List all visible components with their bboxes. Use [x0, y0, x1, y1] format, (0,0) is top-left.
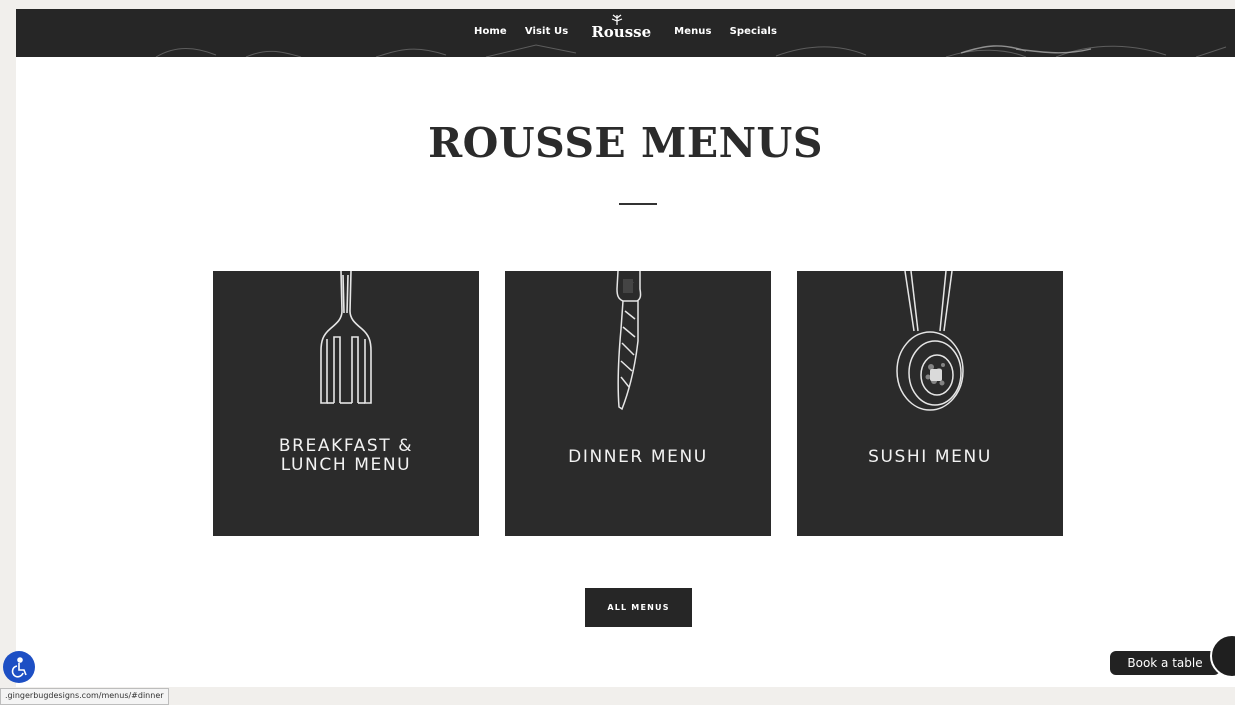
- all-menus-button[interactable]: ALL MENUS: [585, 588, 692, 627]
- nav-link-specials[interactable]: Specials: [730, 26, 777, 37]
- card-label-breakfast-lunch: BREAKFAST & LUNCH MENU: [278, 436, 414, 475]
- logo-text: Rousse: [591, 22, 652, 41]
- title-divider: [619, 203, 657, 205]
- card-label-dinner: DINNER MENU: [568, 447, 708, 467]
- menu-card-sushi[interactable]: SUSHI MENU: [797, 271, 1063, 536]
- page: Home Visit Us Rousse Menus Specials ROUS…: [16, 9, 1235, 687]
- top-navigation-bar: Home Visit Us Rousse Menus Specials: [16, 9, 1235, 57]
- nav-link-visit-us[interactable]: Visit Us: [525, 26, 569, 37]
- accessibility-icon: [11, 657, 27, 678]
- fork-icon: [320, 271, 372, 404]
- menu-card-breakfast-lunch[interactable]: BREAKFAST & LUNCH MENU: [213, 271, 479, 536]
- nav-link-home[interactable]: Home: [474, 26, 507, 37]
- logo[interactable]: Rousse: [577, 14, 665, 41]
- book-a-table-label: Book a table: [1110, 651, 1220, 675]
- card-label-sushi: SUSHI MENU: [868, 447, 992, 467]
- menu-card-dinner[interactable]: DINNER MENU: [505, 271, 771, 536]
- nav-links: Home Visit Us Rousse Menus Specials: [16, 9, 1235, 53]
- accessibility-button[interactable]: [3, 651, 35, 683]
- nav-link-menus[interactable]: Menus: [674, 26, 711, 37]
- page-title: ROUSSE MENUS: [428, 119, 823, 167]
- logo-leaf-icon: [612, 14, 623, 25]
- sushi-icon: [896, 271, 964, 411]
- status-bar-url: .gingerbugdesigns.com/menus/#dinner: [0, 688, 169, 705]
- knife-icon: [616, 271, 642, 411]
